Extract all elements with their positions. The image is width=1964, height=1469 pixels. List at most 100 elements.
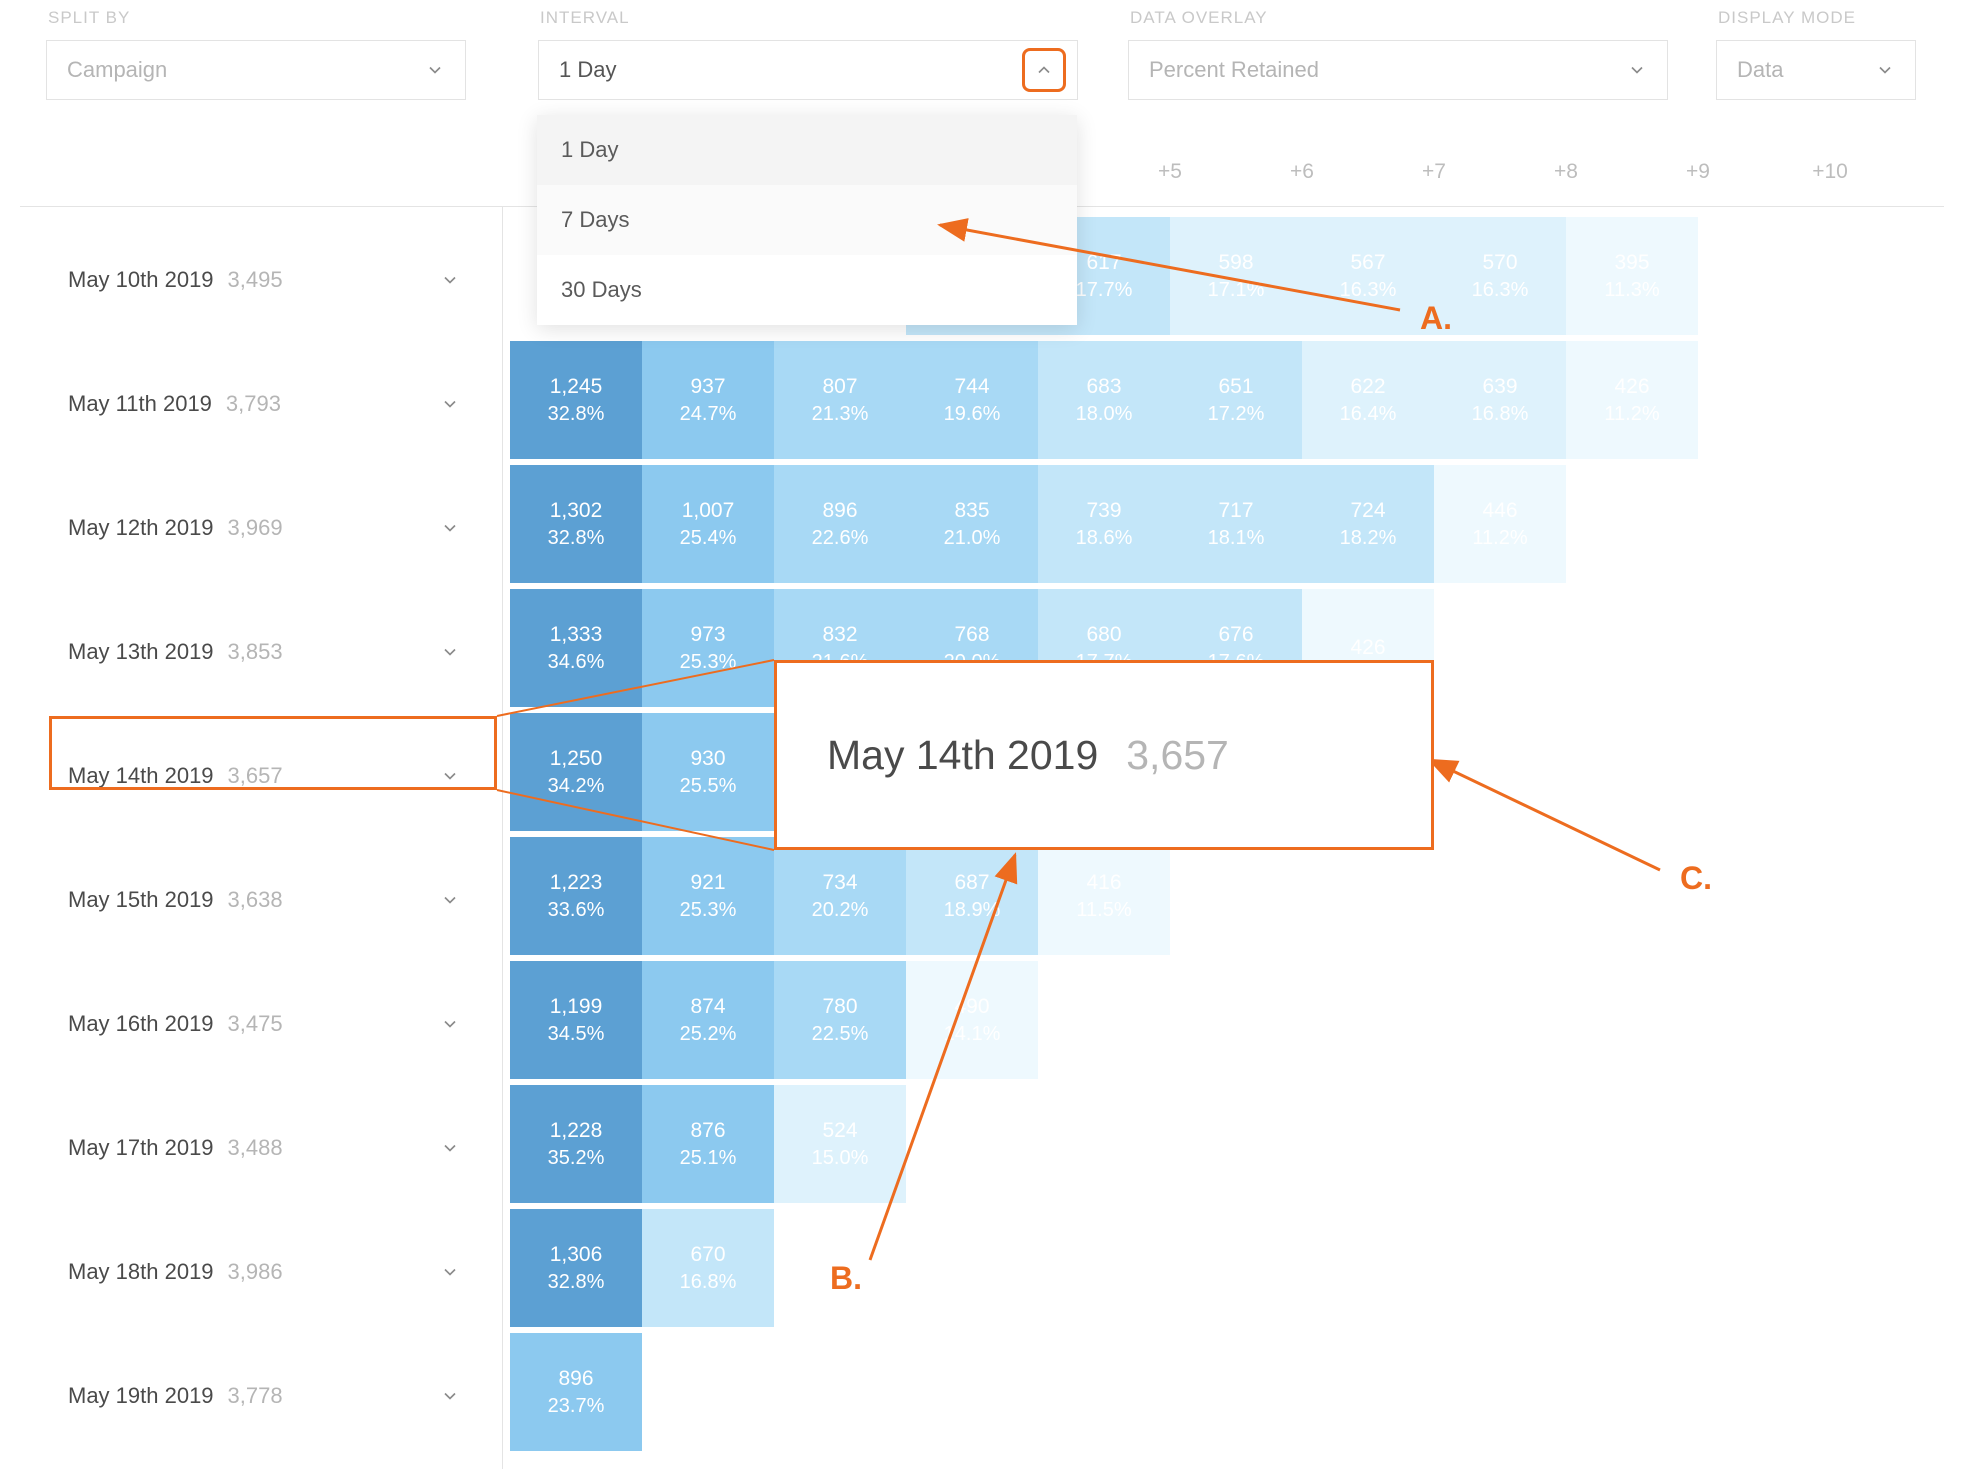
chevron-down-icon[interactable] bbox=[440, 270, 460, 290]
cohort-row[interactable]: May 18th 2019 3,986 bbox=[68, 1210, 498, 1334]
cohort-row[interactable]: May 16th 2019 3,475 bbox=[68, 962, 498, 1086]
chevron-up-icon[interactable] bbox=[1034, 60, 1054, 80]
retention-cell[interactable]: 93724.7% bbox=[642, 341, 774, 459]
retention-cell[interactable]: 622 16.4% bbox=[1302, 341, 1434, 459]
cohort-row[interactable]: May 13th 2019 3,853 bbox=[68, 590, 498, 714]
retention-cell[interactable]: 56716.3% bbox=[1302, 217, 1434, 335]
cell-value: 622 bbox=[1350, 375, 1385, 399]
time-h-10: +10 bbox=[1764, 160, 1896, 184]
cell-value: 744 bbox=[954, 375, 989, 399]
retention-cell[interactable]: 89623.7% bbox=[510, 1333, 642, 1451]
retention-cell[interactable]: 72418.2% bbox=[1302, 465, 1434, 583]
cell-value: 490 bbox=[954, 995, 989, 1019]
cell-value: 717 bbox=[1218, 499, 1253, 523]
retention-cell[interactable]: 67016.8% bbox=[642, 1209, 774, 1327]
cohort-date: May 18th 2019 bbox=[68, 1259, 214, 1285]
cell-percent: 16.8% bbox=[1472, 403, 1529, 426]
cell-value: 930 bbox=[690, 747, 725, 771]
chevron-down-icon[interactable] bbox=[440, 890, 460, 910]
chevron-down-icon[interactable] bbox=[440, 518, 460, 538]
cohort-row[interactable]: May 10th 2019 3,495 bbox=[68, 218, 498, 342]
cell-value: 832 bbox=[822, 623, 857, 647]
chevron-down-icon[interactable] bbox=[440, 1014, 460, 1034]
cell-percent: 16.8% bbox=[680, 1271, 737, 1294]
retention-cell[interactable]: 59817.1% bbox=[1170, 217, 1302, 335]
retention-cell[interactable]: 78022.5% bbox=[774, 961, 906, 1079]
chevron-down-icon[interactable] bbox=[440, 394, 460, 414]
retention-cell[interactable]: 73918.6% bbox=[1038, 465, 1170, 583]
cell-value: 973 bbox=[690, 623, 725, 647]
cell-percent: 16.4% bbox=[1340, 403, 1397, 426]
retention-cell[interactable]: 87425.2% bbox=[642, 961, 774, 1079]
left-divider bbox=[502, 206, 503, 1469]
retention-cell[interactable]: 52415.0% bbox=[774, 1085, 906, 1203]
interval-select[interactable]: 1 Day bbox=[538, 40, 1078, 100]
retention-cell[interactable]: 49014.1% bbox=[906, 961, 1038, 1079]
chevron-down-icon[interactable] bbox=[440, 1386, 460, 1406]
retention-cell[interactable]: 1,30632.8% bbox=[510, 1209, 642, 1327]
retention-cell[interactable]: 1,25034.2% bbox=[510, 713, 642, 831]
retention-cell[interactable]: 73420.2% bbox=[774, 837, 906, 955]
cohort-date: May 12th 2019 bbox=[68, 515, 214, 541]
annotation-b: B. bbox=[830, 1260, 862, 1297]
cell-percent: 11.2% bbox=[1604, 403, 1659, 426]
retention-cell[interactable]: 63916.8% bbox=[1434, 341, 1566, 459]
retention-cell[interactable]: 44611.2% bbox=[1434, 465, 1566, 583]
retention-cell[interactable]: 68318.0% bbox=[1038, 341, 1170, 459]
cohort-row[interactable]: May 12th 2019 3,969 bbox=[68, 466, 498, 590]
retention-cell[interactable]: 65117.2% bbox=[1170, 341, 1302, 459]
retention-cell[interactable]: 41611.5% bbox=[1038, 837, 1170, 955]
cell-value: 1,245 bbox=[550, 375, 603, 399]
cell-percent: 11.3% bbox=[1604, 279, 1659, 302]
cell-percent: 15.0% bbox=[812, 1147, 869, 1170]
interval-option-7days[interactable]: 7 Days bbox=[537, 185, 1077, 255]
cohort-row[interactable]: May 19th 2019 3,778 bbox=[68, 1334, 498, 1458]
retention-cell[interactable]: 71718.1% bbox=[1170, 465, 1302, 583]
data-overlay-select[interactable]: Percent Retained bbox=[1128, 40, 1668, 100]
retention-cell[interactable]: 1,00725.4% bbox=[642, 465, 774, 583]
cell-value: 1,302 bbox=[550, 499, 603, 523]
retention-cell[interactable]: 93025.5% bbox=[642, 713, 774, 831]
chevron-down-icon[interactable] bbox=[440, 1262, 460, 1282]
cohort-count: 3,778 bbox=[228, 1383, 283, 1409]
retention-cell[interactable]: 1,22835.2% bbox=[510, 1085, 642, 1203]
cohort-count: 3,853 bbox=[228, 639, 283, 665]
interval-dropdown[interactable]: 1 Day 7 Days 30 Days bbox=[537, 115, 1077, 325]
retention-cell[interactable]: 89622.6% bbox=[774, 465, 906, 583]
cell-value: 446 bbox=[1482, 499, 1517, 523]
retention-cell[interactable]: 68718.9% bbox=[906, 837, 1038, 955]
cell-percent: 22.6% bbox=[812, 527, 869, 550]
cohort-row[interactable]: May 15th 2019 3,638 bbox=[68, 838, 498, 962]
retention-cell[interactable]: 80721.3% bbox=[774, 341, 906, 459]
interval-option-1day[interactable]: 1 Day bbox=[537, 115, 1077, 185]
chevron-down-icon[interactable] bbox=[440, 642, 460, 662]
cell-value: 651 bbox=[1218, 375, 1253, 399]
interval-option-30days[interactable]: 30 Days bbox=[537, 255, 1077, 325]
retention-cell[interactable]: 97325.3% bbox=[642, 589, 774, 707]
cell-value: 567 bbox=[1350, 251, 1385, 275]
retention-cell[interactable]: 1,22333.6% bbox=[510, 837, 642, 955]
cohort-row[interactable]: May 11th 2019 3,793 bbox=[68, 342, 498, 466]
retention-cell[interactable]: 57016.3% bbox=[1434, 217, 1566, 335]
retention-cell[interactable]: 1,30232.8% bbox=[510, 465, 642, 583]
retention-cell[interactable]: 42611.2% bbox=[1566, 341, 1698, 459]
retention-cell[interactable]: 39511.3% bbox=[1566, 217, 1698, 335]
retention-cell[interactable]: 1,24532.8% bbox=[510, 341, 642, 459]
cell-value: 1,228 bbox=[550, 1119, 603, 1143]
retention-cell[interactable]: 83521.0% bbox=[906, 465, 1038, 583]
retention-cell[interactable]: 74419.6% bbox=[906, 341, 1038, 459]
cell-value: 1,223 bbox=[550, 871, 603, 895]
display-mode-select[interactable]: Data bbox=[1716, 40, 1916, 100]
retention-cell[interactable]: 1,19934.5% bbox=[510, 961, 642, 1079]
cell-value: 426 bbox=[1350, 636, 1385, 660]
cell-value: 1,333 bbox=[550, 623, 603, 647]
cell-percent: 34.2% bbox=[548, 775, 605, 798]
retention-cell[interactable]: 92125.3% bbox=[642, 837, 774, 955]
split-by-select[interactable]: Campaign bbox=[46, 40, 466, 100]
cell-value: 937 bbox=[690, 375, 725, 399]
cohort-row[interactable]: May 17th 2019 3,488 bbox=[68, 1086, 498, 1210]
retention-cell[interactable]: 1,33334.6% bbox=[510, 589, 642, 707]
chevron-down-icon[interactable] bbox=[440, 1138, 460, 1158]
display-mode-value: Data bbox=[1737, 57, 1783, 83]
retention-cell[interactable]: 87625.1% bbox=[642, 1085, 774, 1203]
